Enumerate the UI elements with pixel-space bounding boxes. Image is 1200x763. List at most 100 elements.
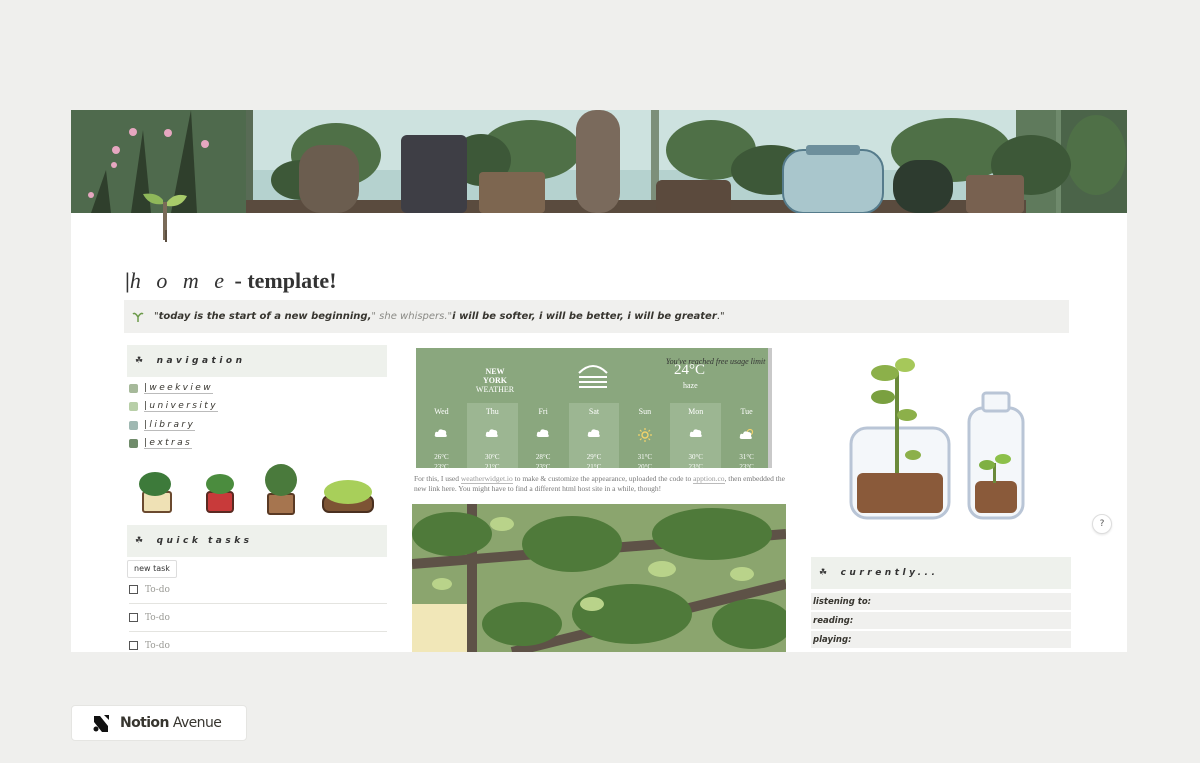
forecast-day: Sun 31°C 20°C xyxy=(619,403,670,468)
forecast-day-name: Wed xyxy=(434,407,449,416)
leaf-icon: ☘ xyxy=(819,568,831,578)
forecast-high: 28°C xyxy=(535,453,551,461)
nav-link-label: |extras xyxy=(144,438,193,449)
forecast-low: 21°C xyxy=(586,463,602,468)
title-main: h o m e xyxy=(129,268,230,293)
notion-page: |h o m e - template! " today is the start… xyxy=(71,110,1127,652)
leaf-icon: ☘ xyxy=(135,536,147,546)
sprout-icon[interactable] xyxy=(137,190,193,242)
leaf-icon: ☘ xyxy=(135,356,147,366)
cover-image[interactable] xyxy=(71,110,1127,213)
page-icon xyxy=(129,402,138,411)
quote-attribution: " she whispers." xyxy=(371,311,453,322)
forecast-day: Mon 30°C 23°C xyxy=(670,403,722,468)
currently-callout: ☘ currently... xyxy=(811,557,1071,589)
forecast-day: Thu 30°C 21°C xyxy=(466,403,518,468)
quote-close: ." xyxy=(716,311,725,322)
nav-link-label: |library xyxy=(144,419,196,431)
forecast-low: 20°C xyxy=(637,463,653,468)
sun-icon xyxy=(619,428,670,442)
todo-text[interactable]: To-do xyxy=(145,585,170,595)
currently-row[interactable]: reading: xyxy=(811,612,1071,629)
forecast-low: 21°C xyxy=(485,463,500,468)
todo-item: To-do xyxy=(129,604,387,632)
brand-name-rest: Avenue xyxy=(172,715,222,731)
forecast-day-name: Sat xyxy=(588,407,600,416)
todo-text[interactable]: To-do xyxy=(145,613,170,623)
quick-tasks-callout: ☘ quick tasks xyxy=(127,525,387,557)
forecast-day-name: Sun xyxy=(638,407,652,416)
title-suffix: - template! xyxy=(229,268,337,293)
nav-link-label: |weekview xyxy=(144,382,214,394)
forecast-high: 26°C xyxy=(434,453,449,461)
navigation-callout: ☘ navigation xyxy=(127,345,387,377)
forecast-low: 23°C xyxy=(688,463,703,468)
forecast-day-name: Fri xyxy=(538,407,548,416)
pixel-jars-image xyxy=(849,358,1025,520)
forecast-row: Wed 26°C 23°C Thu 30°C 21°C Fri 28°C 23°C Sat 29°C… xyxy=(416,403,772,468)
apption-link[interactable]: apption.co xyxy=(693,474,725,484)
currently-heading: currently... xyxy=(840,568,939,578)
notion-avenue-logo-icon xyxy=(93,715,109,732)
quote-text-1: today is the start of a new beginning, xyxy=(158,311,372,322)
nav-link[interactable]: |university xyxy=(129,398,218,416)
todo-checkbox[interactable] xyxy=(129,585,138,594)
weatherwidget-link[interactable]: weatherwidget.io xyxy=(460,474,513,484)
nav-link-label: |university xyxy=(144,401,218,412)
forecast-high: 30°C xyxy=(485,453,500,461)
forecast-day: Wed 26°C 23°C xyxy=(416,403,467,468)
help-button[interactable]: ? xyxy=(1092,514,1112,534)
note-text-1: For this, I used xyxy=(414,474,461,483)
forecast-day: Sat 29°C 21°C xyxy=(568,403,620,468)
forecast-day: Tue 31°C 23°C xyxy=(721,403,772,468)
quote-text-2: i will be softer, i will be better, i wi… xyxy=(452,311,717,322)
weather-label: WEATHER xyxy=(475,385,515,394)
forecast-low: 23°C xyxy=(739,463,754,468)
sprout-icon xyxy=(132,312,144,322)
forecast-day-name: Tue xyxy=(740,407,753,416)
currently-row[interactable]: listening to: xyxy=(811,593,1071,610)
partly-cloudy-icon xyxy=(721,428,772,442)
cloud-icon xyxy=(467,428,518,442)
cloud-icon xyxy=(416,428,467,442)
cloud-icon xyxy=(518,428,569,442)
todo-checkbox[interactable] xyxy=(129,641,138,650)
currently-row[interactable]: playing: xyxy=(811,631,1071,648)
notion-avenue-badge[interactable]: Notion Avenue xyxy=(71,705,247,741)
forecast-day: Fri 28°C 23°C xyxy=(518,403,569,468)
ivy-pergola-image xyxy=(412,504,786,652)
todo-text[interactable]: To-do xyxy=(145,641,170,651)
current-condition: haze xyxy=(683,381,698,390)
page-icon xyxy=(129,420,138,430)
todo-checkbox[interactable] xyxy=(129,613,138,622)
page-icon xyxy=(129,439,138,448)
cloud-icon xyxy=(670,428,721,442)
note-text-2: to make & customize the appearance, uplo… xyxy=(512,474,694,483)
current-temperature: 24°C xyxy=(674,362,706,378)
weather-location: NEW YORK WEATHER xyxy=(474,367,516,394)
weather-widget[interactable]: NEW YORK WEATHER You've reached free usa… xyxy=(416,348,772,468)
nav-link[interactable]: |library xyxy=(129,416,196,434)
nav-link[interactable]: |extras xyxy=(129,435,193,453)
navigation-heading: navigation xyxy=(156,356,246,366)
page-icon xyxy=(129,383,138,393)
quote-callout: " today is the start of a new beginning, "… xyxy=(124,300,1069,333)
nav-link[interactable]: |weekview xyxy=(129,379,214,397)
brand-name-bold: Notion xyxy=(120,715,169,731)
cloud-icon xyxy=(569,428,620,442)
todo-item: To-do xyxy=(129,576,387,604)
haze-icon xyxy=(578,365,608,388)
forecast-day-name: Thu xyxy=(485,407,499,416)
page-title: |h o m e - template! xyxy=(125,268,337,294)
widget-scrollbar[interactable] xyxy=(768,348,772,468)
weather-city: NEW YORK xyxy=(483,367,507,385)
weather-note: For this, I used weatherwidget.io to mak… xyxy=(414,474,786,494)
quick-tasks-heading: quick tasks xyxy=(156,536,253,546)
forecast-low: 23°C xyxy=(434,463,449,468)
forecast-high: 30°C xyxy=(688,453,703,461)
pixel-plants-image xyxy=(139,464,374,515)
todo-item: To-do xyxy=(129,632,387,652)
forecast-high: 31°C xyxy=(739,453,754,461)
forecast-high: 31°C xyxy=(637,453,653,461)
forecast-high: 29°C xyxy=(586,453,602,461)
